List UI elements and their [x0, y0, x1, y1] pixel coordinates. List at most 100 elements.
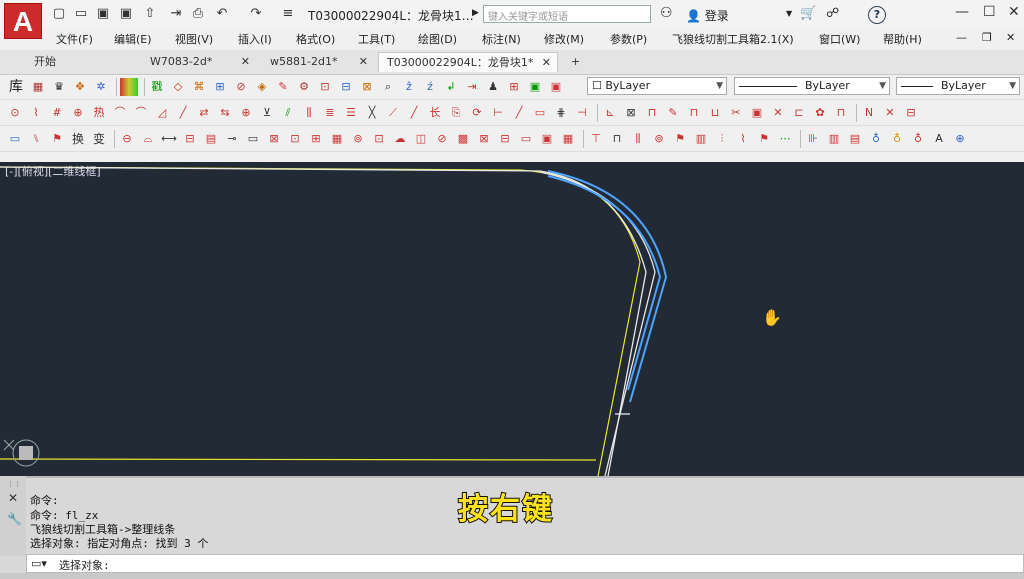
save-icon[interactable]: ▣: [95, 6, 111, 22]
tool-icon[interactable]: ▣: [526, 78, 544, 96]
tool-icon[interactable]: ⊔: [706, 104, 724, 122]
tool-icon[interactable]: ⎘: [447, 104, 465, 122]
tool-icon[interactable]: ⌘: [190, 78, 208, 96]
tool-icon[interactable]: ⟳: [468, 104, 486, 122]
redo-icon[interactable]: ↷: [248, 6, 264, 22]
new-tab-button[interactable]: +: [566, 52, 588, 72]
tool-icon[interactable]: 戳: [148, 78, 166, 96]
tool-icon[interactable]: ≣: [321, 104, 339, 122]
tool-icon[interactable]: ⊓: [608, 130, 626, 148]
close-tab-icon[interactable]: ✕: [359, 52, 368, 72]
tool-icon[interactable]: ✎: [664, 104, 682, 122]
tool-icon[interactable]: ⊠: [358, 78, 376, 96]
tool-icon[interactable]: ⊡: [316, 78, 334, 96]
tool-icon[interactable]: ✕: [769, 104, 787, 122]
tool-icon[interactable]: ☰: [342, 104, 360, 122]
tool-icon[interactable]: ✕: [881, 104, 899, 122]
tool-icon[interactable]: ♁: [909, 130, 927, 148]
tool-icon[interactable]: ⇥: [463, 78, 481, 96]
tool-icon[interactable]: N: [860, 104, 878, 122]
tool-icon[interactable]: ▭: [244, 130, 262, 148]
arc-icon[interactable]: ⌒: [111, 104, 129, 122]
menu-parametric[interactable]: 参数(P): [610, 31, 647, 47]
tool-icon[interactable]: ▦: [559, 130, 577, 148]
tool-icon[interactable]: ✎: [274, 78, 292, 96]
menu-edit[interactable]: 编辑(E): [114, 31, 152, 47]
tool-icon[interactable]: ▤: [846, 130, 864, 148]
tool-icon[interactable]: ⊟: [496, 130, 514, 148]
tool-icon[interactable]: ◇: [169, 78, 187, 96]
tool-icon[interactable]: ⟷: [160, 130, 178, 148]
tool-icon[interactable]: ▤: [202, 130, 220, 148]
tool-icon[interactable]: ẑ: [400, 78, 418, 96]
binoculars-icon[interactable]: ⚇: [660, 5, 673, 21]
tool-icon[interactable]: ▥: [825, 130, 843, 148]
lightbulb-icon[interactable]: ♁: [867, 130, 885, 148]
tool-icon[interactable]: ◫: [412, 130, 430, 148]
tool-icon[interactable]: ⫼: [629, 130, 647, 148]
tool-icon[interactable]: ⊾: [601, 104, 619, 122]
tool-icon[interactable]: ▭: [517, 130, 535, 148]
command-input[interactable]: ▭▾ 选择对象:: [26, 554, 1024, 573]
menu-insert[interactable]: 插入(I): [238, 31, 272, 47]
tool-icon[interactable]: ⚑: [755, 130, 773, 148]
open-icon[interactable]: ▭: [73, 6, 89, 22]
tool-icon[interactable]: ⇆: [216, 104, 234, 122]
tool-icon[interactable]: ⊖: [118, 130, 136, 148]
tool-icon[interactable]: ⊡: [370, 130, 388, 148]
tool-icon[interactable]: ⫶: [713, 130, 731, 148]
tool-icon[interactable]: ⊸: [223, 130, 241, 148]
tool-icon[interactable]: ⚙: [295, 78, 313, 96]
line-icon[interactable]: ╱: [174, 104, 192, 122]
tool-icon[interactable]: ✂: [727, 104, 745, 122]
close-tab-icon[interactable]: ✕: [241, 52, 250, 72]
cart-icon[interactable]: 🛒: [800, 6, 816, 21]
tool-icon[interactable]: ◿: [153, 104, 171, 122]
tool-icon[interactable]: ⌓: [139, 130, 157, 148]
tool-icon[interactable]: ⫽: [279, 104, 297, 122]
tool-icon[interactable]: ⊞: [307, 130, 325, 148]
tool-icon[interactable]: ⌇: [27, 104, 45, 122]
new-icon[interactable]: ▢: [51, 6, 67, 22]
close-tab-icon[interactable]: ✕: [542, 53, 551, 73]
undo-icon[interactable]: ↶: [214, 6, 230, 22]
menu-format[interactable]: 格式(O): [296, 31, 335, 47]
tool-icon[interactable]: 长: [426, 104, 444, 122]
tool-icon[interactable]: ⊻: [258, 104, 276, 122]
tab-w5881[interactable]: w5881-2d1* ✕: [262, 52, 374, 72]
export-icon[interactable]: ⇥: [168, 6, 184, 22]
tool-icon[interactable]: ▦: [29, 78, 47, 96]
menu-tools[interactable]: 工具(T): [358, 31, 395, 47]
tool-icon[interactable]: ⊕: [69, 104, 87, 122]
tool-icon[interactable]: ⊏: [790, 104, 808, 122]
doc-minimize-button[interactable]: —: [956, 31, 967, 44]
menu-draw[interactable]: 绘图(D): [418, 31, 457, 47]
login-button[interactable]: 👤 登录: [686, 7, 729, 24]
tool-icon[interactable]: ▣: [748, 104, 766, 122]
search-input[interactable]: 键入关键字或短语: [483, 5, 651, 23]
menu-feilang-toolbox[interactable]: 飞狼线切割工具箱2.1(X): [672, 31, 794, 47]
tool-icon[interactable]: ⫼: [300, 104, 318, 122]
wrench-icon[interactable]: 🔧: [7, 512, 22, 526]
swap-button[interactable]: 换: [69, 130, 87, 148]
tool-icon[interactable]: ⊪: [804, 130, 822, 148]
tool-icon[interactable]: ▥: [692, 130, 710, 148]
tool-icon[interactable]: ☁: [391, 130, 409, 148]
tool-icon[interactable]: ▩: [454, 130, 472, 148]
close-button[interactable]: ✕: [1008, 4, 1020, 20]
tool-icon[interactable]: ⊟: [337, 78, 355, 96]
text-style-icon[interactable]: A: [930, 130, 948, 148]
tool-icon[interactable]: ⚑: [48, 130, 66, 148]
tool-icon[interactable]: ⋕: [552, 104, 570, 122]
tool-icon[interactable]: ⊢: [489, 104, 507, 122]
zoom-icon[interactable]: ⌕: [379, 78, 397, 96]
tool-icon[interactable]: ⊕: [951, 130, 969, 148]
tool-icon[interactable]: ź: [421, 78, 439, 96]
doc-close-button[interactable]: ✕: [1006, 31, 1015, 44]
tool-icon[interactable]: ✿: [811, 104, 829, 122]
tool-icon[interactable]: ▣: [538, 130, 556, 148]
tool-icon[interactable]: ⊚: [349, 130, 367, 148]
login-dropdown-icon[interactable]: ▼: [786, 9, 792, 18]
tool-icon[interactable]: ◈: [253, 78, 271, 96]
print-icon[interactable]: ⎙: [190, 6, 206, 22]
